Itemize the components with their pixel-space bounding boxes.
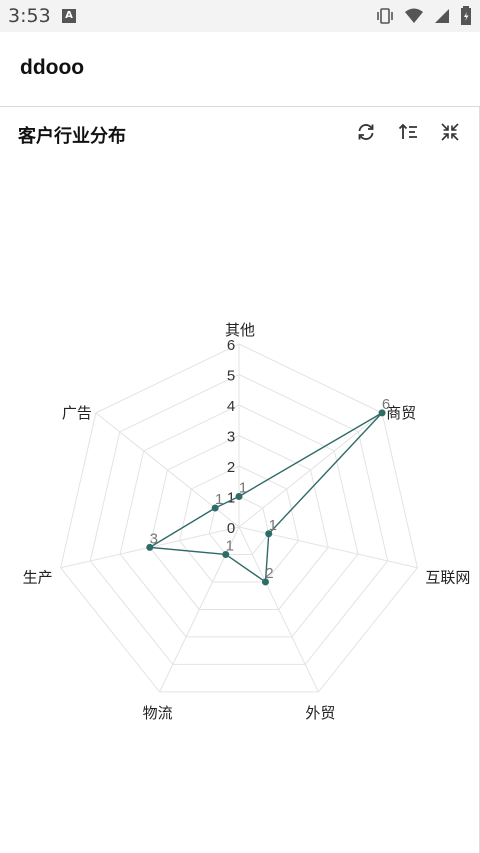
radar-indicator-label: 外贸	[305, 704, 335, 722]
status-icons	[376, 6, 472, 26]
radar-indicator-label: 互联网	[425, 569, 470, 587]
radar-value-label: 2	[265, 565, 273, 582]
signal-icon	[435, 9, 449, 23]
radar-tick-label: 2	[227, 459, 235, 476]
wifi-icon	[405, 8, 423, 23]
radar-chart: 0123456其他商贸互联网外贸物流生产广告1612131	[23, 321, 471, 722]
status-bar: 3:53 A	[0, 0, 480, 32]
radar-tick-label: 5	[227, 368, 235, 385]
notification-icon: A	[62, 9, 76, 23]
radar-indicator-label: 生产	[23, 569, 53, 587]
vibrate-icon	[377, 8, 393, 24]
radar-value-label: 1	[239, 480, 247, 497]
radar-tick-label: 4	[227, 398, 235, 415]
radar-value-label: 1	[215, 491, 223, 508]
app-title: ddooo	[20, 56, 85, 79]
radar-indicator-label: 物流	[143, 704, 173, 722]
radar-series-line	[147, 412, 383, 584]
radar-tick-label: 6	[227, 337, 235, 354]
battery-icon	[461, 6, 471, 25]
radar-value-label: 3	[150, 530, 158, 547]
app-bar: ddooo	[0, 32, 480, 107]
radar-tick-label: 0	[227, 520, 235, 537]
radar-axis-line	[238, 412, 383, 528]
radar-indicator-label: 广告	[62, 404, 92, 422]
chart-card: 客户行业分布 0 1 2 3 4 5 6 其他 商贸 互联网 外贸 物流 生产 广告 1	[0, 107, 480, 853]
radar-indicator-label: 其他	[225, 321, 255, 339]
radar-tick-label: 1	[227, 490, 235, 507]
radar-value-label: 1	[226, 537, 234, 554]
radar-indicator-label: 商贸	[386, 404, 416, 422]
radar-value-label: 6	[382, 396, 390, 413]
radar-value-label: 1	[269, 517, 277, 534]
status-time: 3:53	[8, 5, 51, 27]
radar-tick-label: 3	[227, 429, 235, 446]
